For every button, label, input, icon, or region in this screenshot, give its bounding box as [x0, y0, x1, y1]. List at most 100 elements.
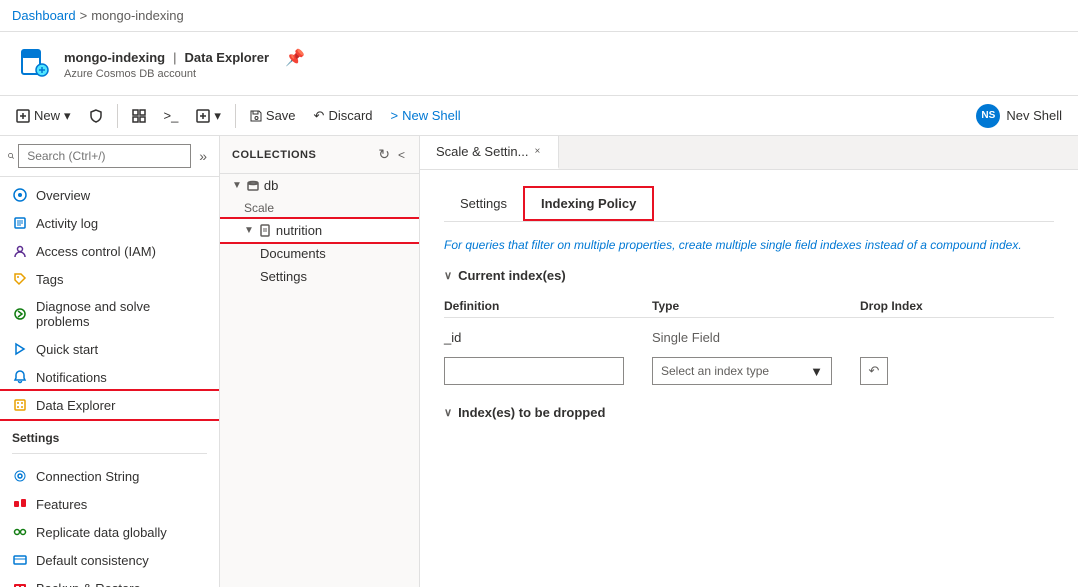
- collections-header: COLLECTIONS ↻ <: [220, 136, 419, 174]
- search-input[interactable]: [18, 144, 191, 168]
- info-text: For queries that filter on multiple prop…: [444, 238, 1054, 252]
- tree-item-settings[interactable]: Settings: [220, 265, 419, 288]
- tree-item-nutrition[interactable]: ▼ nutrition: [220, 219, 419, 242]
- index-select-placeholder: Select an index type: [661, 364, 769, 378]
- breadcrumb-current: mongo-indexing: [91, 8, 184, 23]
- new-shell-button[interactable]: > New Shell: [383, 104, 469, 127]
- upload-button[interactable]: ▾: [188, 104, 229, 128]
- tab-close-button[interactable]: ×: [533, 146, 543, 157]
- resource-title: mongo-indexing | Data Explorer 📌: [64, 48, 305, 68]
- tree-item-db[interactable]: ▼ db: [220, 174, 419, 197]
- shell-chevron-icon: >: [391, 108, 399, 123]
- settings-section-label: Settings: [0, 423, 219, 449]
- diagnose-label: Diagnose and solve problems: [36, 299, 207, 329]
- iam-icon: [12, 243, 28, 259]
- tags-icon: [12, 271, 28, 287]
- sidebar-nav: Overview Activity log Access control (IA…: [0, 177, 219, 423]
- grid-button[interactable]: [124, 105, 154, 127]
- header-title-group: mongo-indexing | Data Explorer 📌 Azure C…: [64, 48, 305, 80]
- current-indexes-chevron-icon: ∨: [444, 269, 452, 282]
- sidebar-item-features[interactable]: Features: [0, 490, 219, 518]
- index-refresh-button[interactable]: ↶: [860, 357, 888, 385]
- main-layout: » Overview Activity log Access control (…: [0, 136, 1078, 587]
- replicate-icon: [12, 524, 28, 540]
- sidebar-item-overview[interactable]: Overview: [0, 181, 219, 209]
- current-indexes-label: Current index(es): [458, 268, 566, 283]
- overview-label: Overview: [36, 188, 90, 203]
- activity-log-label: Activity log: [36, 216, 98, 231]
- account-type: Azure Cosmos DB account: [64, 68, 305, 80]
- scale-label: Scale: [244, 201, 274, 215]
- sidebar-item-notifications[interactable]: Notifications: [0, 363, 219, 391]
- current-indexes-header[interactable]: ∨ Current index(es): [444, 268, 1054, 283]
- collections-panel: COLLECTIONS ↻ < ▼ db Scale ▼ nutrition D…: [220, 136, 420, 587]
- tab-indexing-policy[interactable]: Indexing Policy: [523, 186, 654, 221]
- overview-icon: [12, 187, 28, 203]
- scale-settings-tab[interactable]: Scale & Settin... ×: [420, 136, 559, 169]
- upload-icon: [196, 109, 210, 123]
- settings-nav: Connection String Features Replicate dat…: [0, 458, 219, 587]
- diagnose-icon: [12, 306, 28, 322]
- collections-title: COLLECTIONS: [232, 149, 316, 161]
- breadcrumb-dashboard[interactable]: Dashboard: [12, 8, 76, 23]
- collections-collapse-button[interactable]: <: [396, 144, 407, 165]
- index-refresh-icon: ↶: [869, 363, 880, 379]
- sidebar-item-consistency[interactable]: Default consistency: [0, 546, 219, 574]
- sidebar: » Overview Activity log Access control (…: [0, 136, 220, 587]
- page-header: mongo-indexing | Data Explorer 📌 Azure C…: [0, 32, 1078, 96]
- index-table-header: Definition Type Drop Index: [444, 295, 1054, 318]
- breadcrumb-separator: >: [80, 8, 88, 23]
- settings-divider: [12, 453, 207, 454]
- drop-indexes-section: ∨ Index(es) to be dropped: [444, 405, 1054, 420]
- sidebar-item-backup[interactable]: Backup & Restore: [0, 574, 219, 587]
- col-type: Type: [652, 299, 852, 313]
- index-type-select[interactable]: Select an index type ▼: [652, 357, 832, 385]
- user-name: Nev Shell: [1006, 108, 1062, 123]
- pin-button[interactable]: 📌: [285, 48, 305, 68]
- search-icon: [8, 150, 14, 162]
- save-button[interactable]: Save: [242, 104, 304, 127]
- save-icon: [250, 110, 262, 122]
- consistency-label: Default consistency: [36, 553, 149, 568]
- tree-item-scale[interactable]: Scale: [220, 197, 419, 219]
- sidebar-item-tags[interactable]: Tags: [0, 265, 219, 293]
- tab-settings[interactable]: Settings: [444, 186, 523, 221]
- shield-button[interactable]: [81, 105, 111, 127]
- new-button[interactable]: New ▾: [8, 104, 79, 128]
- index-table-row: _id Single Field: [444, 326, 1054, 349]
- toolbar-sep-2: [235, 104, 236, 128]
- sidebar-item-diagnose[interactable]: Diagnose and solve problems: [0, 293, 219, 335]
- tab-label: Scale & Settin...: [436, 144, 529, 159]
- index-type-single-field: Single Field: [652, 330, 852, 345]
- sidebar-item-quickstart[interactable]: Quick start: [0, 335, 219, 363]
- content-tabs: Settings Indexing Policy: [444, 186, 1054, 222]
- sidebar-item-iam[interactable]: Access control (IAM): [0, 237, 219, 265]
- sidebar-item-activity-log[interactable]: Activity log: [0, 209, 219, 237]
- index-definition-input[interactable]: [444, 357, 624, 385]
- sidebar-item-replicate[interactable]: Replicate data globally: [0, 518, 219, 546]
- sidebar-collapse-button[interactable]: »: [195, 144, 211, 168]
- consistency-icon: [12, 552, 28, 568]
- col-definition: Definition: [444, 299, 644, 313]
- col-drop-index: Drop Index: [860, 299, 960, 313]
- content-area: Scale & Settin... × Settings Indexing Po…: [420, 136, 1078, 587]
- tree-item-documents[interactable]: Documents: [220, 242, 419, 265]
- replicate-label: Replicate data globally: [36, 525, 167, 540]
- user-info: NS Nev Shell: [976, 104, 1070, 128]
- backup-label: Backup & Restore: [36, 581, 141, 587]
- sidebar-item-data-explorer[interactable]: Data Explorer: [0, 391, 219, 419]
- collections-actions: ↻ <: [376, 144, 407, 165]
- data-explorer-icon: [12, 397, 28, 413]
- notifications-label: Notifications: [36, 370, 107, 385]
- features-icon: [12, 496, 28, 512]
- drop-indexes-header[interactable]: ∨ Index(es) to be dropped: [444, 405, 1054, 420]
- terminal-button[interactable]: >_: [156, 104, 187, 127]
- db-chevron-icon: ▼: [232, 180, 242, 191]
- nutrition-chevron-icon: ▼: [244, 225, 254, 236]
- features-label: Features: [36, 497, 87, 512]
- collections-refresh-button[interactable]: ↻: [376, 144, 392, 165]
- index-table: Definition Type Drop Index _id Single Fi…: [444, 295, 1054, 389]
- sidebar-item-connection[interactable]: Connection String: [0, 462, 219, 490]
- discard-button[interactable]: ↶ Discard: [306, 104, 381, 128]
- breadcrumb: Dashboard > mongo-indexing: [12, 8, 184, 23]
